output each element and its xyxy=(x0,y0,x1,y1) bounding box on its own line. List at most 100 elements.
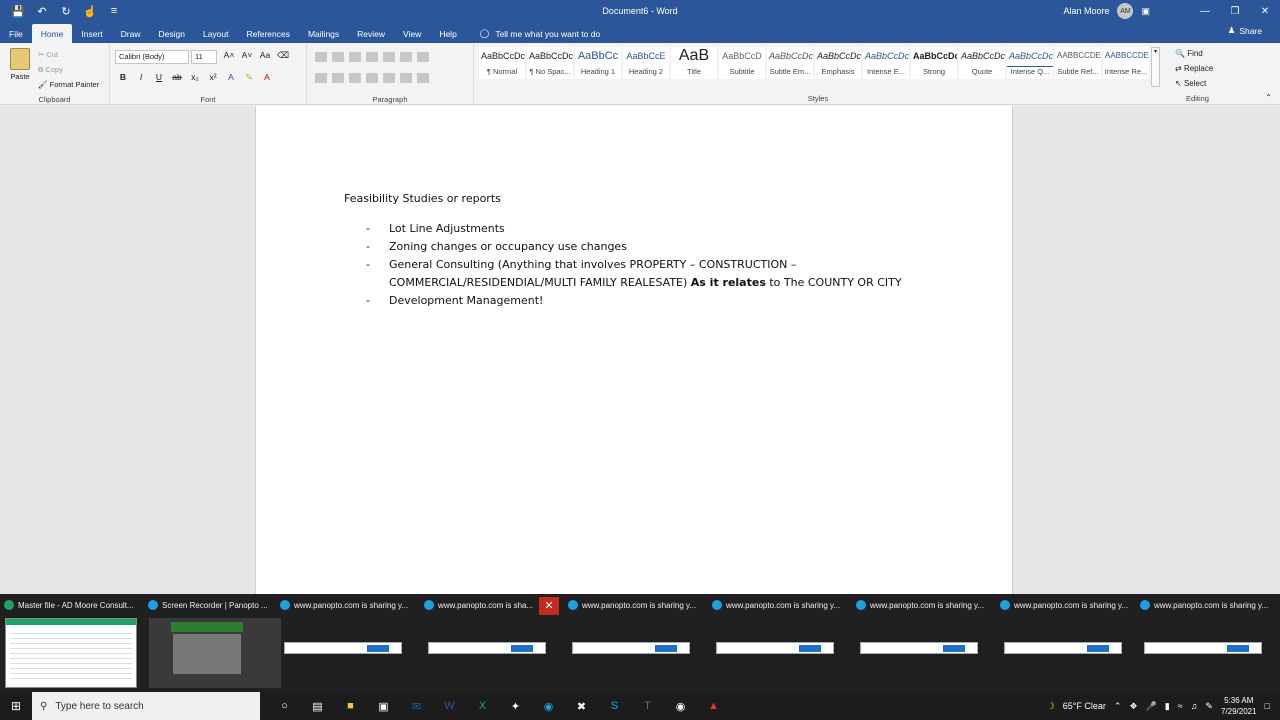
customize-qat-icon[interactable]: ≡ xyxy=(104,2,124,20)
italic-icon[interactable]: I xyxy=(135,72,147,83)
touch-mode-icon[interactable]: ☝ xyxy=(80,2,100,20)
thumbnail-panopto-sharing[interactable]: www.panopto.com is sharing y... xyxy=(564,594,708,692)
bold-icon[interactable]: B xyxy=(117,72,129,83)
teams-icon[interactable]: T xyxy=(631,700,664,712)
user-account[interactable]: Alan Moore AM ▣ xyxy=(1063,0,1150,22)
bullets-icon[interactable] xyxy=(315,52,327,62)
underline-icon[interactable]: U xyxy=(153,72,165,83)
font-name-select[interactable]: Calibri (Body) xyxy=(115,50,189,64)
thumbnail-panopto-sharing[interactable]: www.panopto.com is sharing y... xyxy=(276,594,420,692)
tab-design[interactable]: Design xyxy=(150,24,194,43)
clock[interactable]: 5:36 AM 7/29/2021 xyxy=(1221,695,1257,717)
document-page[interactable]: Feasibility Studies or reports - Lot Lin… xyxy=(255,106,1013,594)
tab-references[interactable]: References xyxy=(238,24,299,43)
excel-taskbar-icon[interactable]: X xyxy=(466,700,499,712)
align-left-icon[interactable] xyxy=(315,73,327,83)
sort-icon[interactable] xyxy=(400,52,412,62)
tab-help[interactable]: Help xyxy=(430,24,465,43)
style-subtitle[interactable]: AaBbCcD Subtitle xyxy=(718,46,766,80)
notifications-icon[interactable]: □ xyxy=(1265,701,1270,711)
decrease-indent-icon[interactable] xyxy=(366,52,378,62)
file-explorer-icon[interactable]: ■ xyxy=(334,700,367,712)
minimize-icon[interactable]: — xyxy=(1190,0,1220,22)
tab-insert[interactable]: Insert xyxy=(72,24,111,43)
paste-button[interactable]: Paste xyxy=(8,48,32,81)
style-quote[interactable]: AaBbCcDc Quote xyxy=(958,46,1006,80)
replace-button[interactable]: ⇄ Replace xyxy=(1175,61,1213,76)
borders-icon[interactable] xyxy=(417,73,429,83)
copy-button[interactable]: ⧉ Copy xyxy=(38,62,99,77)
restore-icon[interactable]: ❐ xyxy=(1220,0,1250,22)
font-color-icon[interactable]: A xyxy=(261,72,273,83)
dropbox-icon[interactable]: ❖ xyxy=(1129,701,1137,712)
style-heading-1[interactable]: AaBbCc Heading 1 xyxy=(574,46,622,80)
task-view-icon[interactable]: ▤ xyxy=(301,700,334,713)
subscript-icon[interactable]: x₂ xyxy=(189,72,201,83)
select-button[interactable]: ↖ Select xyxy=(1175,76,1213,91)
battery-icon[interactable]: ▮ xyxy=(1165,701,1170,712)
tab-layout[interactable]: Layout xyxy=(194,24,238,43)
tab-mailings[interactable]: Mailings xyxy=(299,24,348,43)
tab-draw[interactable]: Draw xyxy=(112,24,150,43)
word-icon[interactable]: W xyxy=(433,700,466,712)
style-intense-quote[interactable]: AaBbCcDc Intense Q... xyxy=(1006,46,1054,80)
tab-view[interactable]: View xyxy=(394,24,430,43)
align-center-icon[interactable] xyxy=(332,73,344,83)
shading-icon[interactable] xyxy=(400,73,412,83)
style-emphasis[interactable]: AaBbCcDc Emphasis xyxy=(814,46,862,80)
acrobat-icon[interactable]: ▲ xyxy=(697,700,730,712)
tab-file[interactable]: File xyxy=(0,24,32,43)
tab-home[interactable]: Home xyxy=(31,24,73,43)
weather-text[interactable]: 65°F Clear xyxy=(1063,701,1106,711)
recorder-icon[interactable]: ◉ xyxy=(664,700,697,713)
save-icon[interactable]: 💾 xyxy=(8,2,28,20)
redo-icon[interactable]: ↻ xyxy=(56,2,76,20)
font-size-select[interactable]: 11 xyxy=(191,50,217,64)
line-spacing-icon[interactable] xyxy=(383,73,395,83)
style-no-spacing[interactable]: AaBbCcDc ¶ No Spac... xyxy=(526,46,574,80)
cortana-icon[interactable]: ○ xyxy=(268,700,301,712)
increase-indent-icon[interactable] xyxy=(383,52,395,62)
thumbnail-panopto-sharing[interactable]: www.panopto.com is sharing y... xyxy=(852,594,996,692)
ribbon-display-icon[interactable]: ▣ xyxy=(1141,6,1150,17)
thumbnail-close-icon[interactable]: ✕ xyxy=(539,597,559,615)
show-marks-icon[interactable] xyxy=(417,52,429,62)
change-case-icon[interactable]: Aa xyxy=(259,50,271,61)
app-icon[interactable]: ✦ xyxy=(499,700,532,713)
shrink-font-icon[interactable]: A˅ xyxy=(241,50,253,61)
tell-me-search[interactable]: ◯ Tell me what you want to do xyxy=(480,24,600,43)
style-strong[interactable]: AaBbCcDc Strong xyxy=(910,46,958,80)
style-subtle-reference[interactable]: AABBCCDE Subtle Ref... xyxy=(1054,46,1102,80)
thumbnail-screen-recorder[interactable]: Screen Recorder | Panopto ... xyxy=(144,594,288,692)
volume-icon[interactable]: ♫ xyxy=(1191,701,1198,711)
close-icon[interactable]: ✕ xyxy=(1250,0,1280,22)
share-button[interactable]: ♟ Share xyxy=(1228,25,1262,36)
multilevel-list-icon[interactable] xyxy=(349,52,361,62)
skype-icon[interactable]: S xyxy=(598,700,631,712)
text-effects-icon[interactable]: A xyxy=(225,72,237,83)
styles-more-icon[interactable]: ▾ xyxy=(1151,47,1160,87)
collapse-ribbon-icon[interactable]: ⌃ xyxy=(1265,93,1272,102)
undo-icon[interactable]: ↶ xyxy=(32,2,52,20)
thumbnail-panopto-sharing[interactable]: www.panopto.com is sharing y... xyxy=(1136,594,1280,692)
style-intense-emphasis[interactable]: AaBbCcDc Intense E... xyxy=(862,46,910,80)
thumbnail-excel[interactable]: Master file - AD Moore Consult... xyxy=(0,594,144,692)
thumbnail-panopto-sharing[interactable]: www.panopto.com is sharing y... xyxy=(708,594,852,692)
style-title[interactable]: AaB Title xyxy=(670,46,718,80)
strikethrough-icon[interactable]: ab xyxy=(171,72,183,83)
numbering-icon[interactable] xyxy=(332,52,344,62)
align-right-icon[interactable] xyxy=(349,73,361,83)
microphone-icon[interactable]: 🎤 xyxy=(1146,701,1157,712)
style-heading-2[interactable]: AaBbCcE Heading 2 xyxy=(622,46,670,80)
format-painter-button[interactable]: 🖌 Format Painter xyxy=(38,77,99,92)
avatar[interactable]: AM xyxy=(1117,3,1134,19)
taskbar-search-input[interactable]: ⚲ Type here to search xyxy=(32,692,260,720)
x-app-icon[interactable]: ✖ xyxy=(565,700,598,713)
justify-icon[interactable] xyxy=(366,73,378,83)
outlook-icon[interactable]: ✉ xyxy=(400,700,433,713)
find-button[interactable]: 🔍 Find xyxy=(1175,46,1213,61)
chevron-up-icon[interactable]: ⌃ xyxy=(1114,701,1122,712)
pen-icon[interactable]: ✎ xyxy=(1205,701,1213,712)
style-normal[interactable]: AaBbCcDc ¶ Normal xyxy=(478,46,526,80)
clear-formatting-icon[interactable]: ⌫ xyxy=(277,50,289,61)
